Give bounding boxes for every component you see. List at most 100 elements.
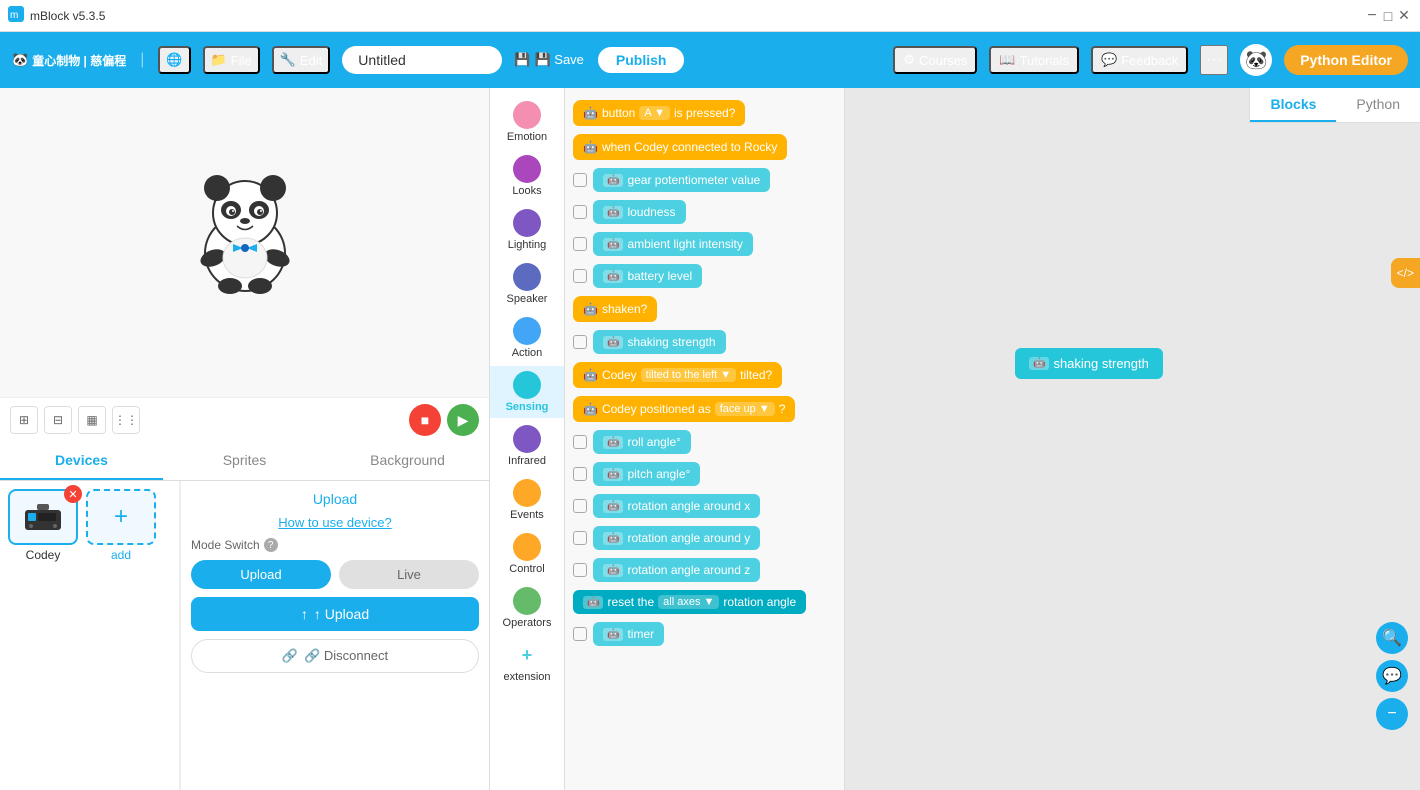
shaking-strength-block[interactable]: 🤖 shaking strength <box>593 330 726 354</box>
roll-angle-block[interactable]: 🤖 roll angle° <box>593 430 691 454</box>
timer-checkbox[interactable] <box>573 627 587 641</box>
upload-tab-button[interactable]: Upload <box>191 560 331 589</box>
avatar[interactable]: 🐼 <box>1240 44 1272 76</box>
workspace-shaking-strength[interactable]: 🤖 shaking strength <box>1015 348 1163 379</box>
rotation-y-block[interactable]: 🤖 rotation angle around y <box>593 526 760 550</box>
block-cat-looks[interactable]: Looks <box>490 150 564 202</box>
block-loudness[interactable]: 🤖 loudness <box>565 196 844 228</box>
block-pitch-angle[interactable]: 🤖 pitch angle° <box>565 458 844 490</box>
block-codey-tilted[interactable]: 🤖 Codey tilted to the left ▼ tilted? <box>565 358 844 392</box>
block-roll-angle[interactable]: 🤖 roll angle° <box>565 426 844 458</box>
remove-codey-button[interactable]: ✕ <box>64 485 82 503</box>
codey-tilted-block[interactable]: 🤖 Codey tilted to the left ▼ tilted? <box>573 362 782 388</box>
block-battery[interactable]: 🤖 battery level <box>565 260 844 292</box>
block-rotation-z[interactable]: 🤖 rotation angle around z <box>565 554 844 586</box>
live-tab-button[interactable]: Live <box>339 560 479 589</box>
python-editor-button[interactable]: Python Editor <box>1284 45 1408 75</box>
block-cat-extension[interactable]: + extension <box>490 636 564 688</box>
block-rotation-x[interactable]: 🤖 rotation angle around x <box>565 490 844 522</box>
rotation-z-checkbox[interactable] <box>573 563 587 577</box>
codey-connected-block[interactable]: 🤖 when Codey connected to Rocky <box>573 134 787 160</box>
ambient-light-block[interactable]: 🤖 ambient light intensity <box>593 232 753 256</box>
ws-shaking-strength-block[interactable]: 🤖 shaking strength <box>1015 348 1163 379</box>
block-reset-rotation[interactable]: 🤖 reset the all axes ▼ rotation angle <box>565 586 844 618</box>
shaking-strength-checkbox[interactable] <box>573 335 587 349</box>
project-name-input[interactable] <box>342 46 502 74</box>
axes-dropdown[interactable]: all axes ▼ <box>658 595 719 609</box>
help-icon[interactable]: ? <box>264 538 278 552</box>
rotation-y-checkbox[interactable] <box>573 531 587 545</box>
big-upload-button[interactable]: ↑ ↑ Upload <box>191 597 479 631</box>
tilt-dropdown[interactable]: tilted to the left ▼ <box>641 368 737 382</box>
block-btn-pressed[interactable]: 🤖 button A ▼ is pressed? <box>565 96 844 130</box>
block-timer[interactable]: 🤖 timer <box>565 618 844 650</box>
how-to-link[interactable]: How to use device? <box>191 515 479 530</box>
zoom-in-button[interactable]: 🔍 <box>1376 622 1408 654</box>
rotation-x-block[interactable]: 🤖 rotation angle around x <box>593 494 760 518</box>
gear-pot-block[interactable]: 🤖 gear potentiometer value <box>593 168 770 192</box>
expand-stage-button[interactable]: ⊞ <box>10 406 38 434</box>
block-gear-pot[interactable]: 🤖 gear potentiometer value <box>565 164 844 196</box>
pitch-angle-block[interactable]: 🤖 pitch angle° <box>593 462 700 486</box>
more-button[interactable]: ··· <box>1200 45 1228 75</box>
block-shaking-strength[interactable]: 🤖 shaking strength <box>565 326 844 358</box>
add-device-button[interactable]: + <box>86 489 156 545</box>
tutorials-button[interactable]: 📖 Tutorials <box>989 46 1079 74</box>
timer-block[interactable]: 🤖 timer <box>593 622 664 646</box>
close-button[interactable]: ✕ <box>1396 8 1412 24</box>
btn-pressed-block[interactable]: 🤖 button A ▼ is pressed? <box>573 100 745 126</box>
shaken-block[interactable]: 🤖 shaken? <box>573 296 657 322</box>
block-codey-connected[interactable]: 🤖 when Codey connected to Rocky <box>565 130 844 164</box>
block-codey-positioned[interactable]: 🤖 Codey positioned as face up ▼ ? <box>565 392 844 426</box>
gear-pot-checkbox[interactable] <box>573 173 587 187</box>
tab-blocks[interactable]: Blocks <box>1250 88 1336 122</box>
feedback-button[interactable]: 💬 Feedback <box>1091 46 1188 74</box>
block-cat-emotion[interactable]: Emotion <box>490 96 564 148</box>
code-icon-button[interactable]: </> <box>1391 258 1420 288</box>
disconnect-button[interactable]: 🔗 🔗 Disconnect <box>191 639 479 673</box>
block-cat-speaker[interactable]: Speaker <box>490 258 564 310</box>
block-cat-events[interactable]: Events <box>490 474 564 526</box>
block-cat-infrared[interactable]: Infrared <box>490 420 564 472</box>
save-button[interactable]: 💾 💾 Save <box>514 52 584 68</box>
block-cat-operators[interactable]: Operators <box>490 582 564 634</box>
tab-devices[interactable]: Devices <box>0 442 163 480</box>
edit-menu[interactable]: 🔧 Edit <box>272 46 331 74</box>
block-ambient-light[interactable]: 🤖 ambient light intensity <box>565 228 844 260</box>
btn-dropdown[interactable]: A ▼ <box>639 106 670 120</box>
maximize-button[interactable]: □ <box>1380 8 1396 24</box>
minimize-button[interactable]: − <box>1364 8 1380 24</box>
tab-python[interactable]: Python <box>1336 88 1420 122</box>
stop-button[interactable]: ■ <box>409 404 441 436</box>
publish-button[interactable]: Publish <box>596 45 687 75</box>
stage-view-btn-3[interactable]: ⋮⋮ <box>112 406 140 434</box>
battery-block[interactable]: 🤖 battery level <box>593 264 702 288</box>
upload-link[interactable]: Upload <box>191 491 479 507</box>
rotation-x-checkbox[interactable] <box>573 499 587 513</box>
rotation-z-block[interactable]: 🤖 rotation angle around z <box>593 558 760 582</box>
stage-view-btn-2[interactable]: ▦ <box>78 406 106 434</box>
block-shaken[interactable]: 🤖 shaken? <box>565 292 844 326</box>
run-button[interactable]: ▶ <box>447 404 479 436</box>
zoom-out-button[interactable]: − <box>1376 698 1408 730</box>
loudness-checkbox[interactable] <box>573 205 587 219</box>
block-cat-sensing[interactable]: Sensing <box>490 366 564 418</box>
battery-checkbox[interactable] <box>573 269 587 283</box>
reset-rotation-block[interactable]: 🤖 reset the all axes ▼ rotation angle <box>573 590 806 614</box>
stage-view-btn-1[interactable]: ⊟ <box>44 406 72 434</box>
courses-button[interactable]: ⚙ Courses <box>893 46 977 74</box>
roll-angle-checkbox[interactable] <box>573 435 587 449</box>
block-rotation-y[interactable]: 🤖 rotation angle around y <box>565 522 844 554</box>
tab-background[interactable]: Background <box>326 442 489 480</box>
loudness-block[interactable]: 🤖 loudness <box>593 200 686 224</box>
tab-sprites[interactable]: Sprites <box>163 442 326 480</box>
pitch-angle-checkbox[interactable] <box>573 467 587 481</box>
codey-positioned-block[interactable]: 🤖 Codey positioned as face up ▼ ? <box>573 396 795 422</box>
block-cat-action[interactable]: Action <box>490 312 564 364</box>
block-cat-control[interactable]: Control <box>490 528 564 580</box>
position-dropdown[interactable]: face up ▼ <box>715 402 775 416</box>
zoom-comment-button[interactable]: 💬 <box>1376 660 1408 692</box>
block-cat-lighting[interactable]: Lighting <box>490 204 564 256</box>
codey-device[interactable]: ✕ Codey <box>8 489 78 562</box>
ambient-light-checkbox[interactable] <box>573 237 587 251</box>
